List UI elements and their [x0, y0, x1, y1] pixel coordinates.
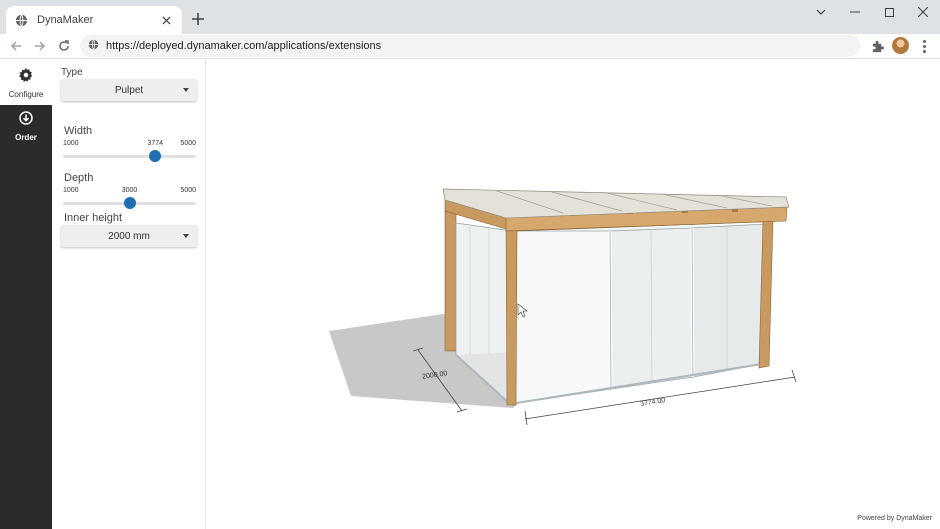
new-tab-button[interactable]: [189, 10, 207, 28]
configure-label: Configure: [8, 90, 44, 99]
width-label: Width: [64, 125, 93, 137]
maximize-icon[interactable]: [872, 2, 906, 22]
tab-search-icon[interactable]: [804, 2, 838, 22]
site-info-icon[interactable]: [88, 37, 99, 55]
minimize-icon[interactable]: [838, 2, 872, 22]
chevron-down-icon: [183, 88, 189, 92]
type-select[interactable]: Pulpet: [61, 79, 197, 101]
forward-icon[interactable]: [31, 37, 49, 55]
url-text: https://deployed.dynamaker.com/applicati…: [106, 40, 382, 52]
chevron-down-icon: [183, 234, 189, 238]
depth-slider-thumb[interactable]: [123, 197, 136, 209]
powered-by-text: Powered by DynaMaker: [857, 515, 932, 522]
globe-icon: [14, 13, 28, 27]
back-left-post: [444, 210, 457, 352]
front-glass-panel: [691, 223, 766, 378]
extensions-puzzle-icon[interactable]: [869, 38, 885, 54]
width-value: 3774: [147, 140, 164, 147]
type-select-value: Pulpet: [114, 84, 144, 96]
width-slider[interactable]: [63, 150, 196, 162]
dimension-tick: [524, 410, 528, 426]
close-tab-icon[interactable]: [158, 12, 174, 28]
app-window: DynaMaker https://deployed.dynamaker.com…: [0, 0, 940, 529]
inner-height-select[interactable]: 2000 mm: [61, 225, 197, 247]
pergola-model[interactable]: 3774.00 2000.00: [207, 59, 940, 529]
depth-min: 1000: [63, 187, 79, 194]
reload-icon[interactable]: [55, 37, 73, 55]
front-glass-panel: [511, 230, 612, 405]
depth-label: Depth: [64, 172, 94, 184]
dimension-tick: [456, 408, 468, 413]
tab-title: DynaMaker: [37, 14, 94, 26]
width-slider-thumb[interactable]: [149, 150, 162, 162]
inner-height-select-value: 2000 mm: [108, 230, 150, 242]
order-label: Order: [15, 133, 37, 142]
gear-icon: [19, 68, 33, 87]
tab-strip: DynaMaker: [0, 0, 940, 34]
inner-height-label: Inner height: [64, 212, 123, 224]
order-download-icon: [19, 111, 33, 130]
3d-viewport[interactable]: 3774.00 2000.00 Powered by DynaMaker: [207, 59, 940, 529]
back-icon[interactable]: [7, 37, 25, 55]
left-rail: Configure Order: [0, 59, 52, 529]
width-max: 5000: [180, 140, 196, 147]
profile-avatar[interactable]: [892, 37, 909, 54]
order-tab[interactable]: Order: [0, 111, 52, 147]
front-left-post: [505, 226, 518, 406]
close-window-icon[interactable]: [906, 2, 940, 22]
configuration-panel: Type Pulpet Width 1000 3774 5000 Depth 1…: [52, 59, 206, 529]
depth-slider[interactable]: [63, 197, 196, 209]
depth-value: 3000: [121, 187, 138, 194]
dimension-tick: [791, 369, 797, 383]
depth-max: 5000: [180, 187, 196, 194]
address-bar[interactable]: https://deployed.dynamaker.com/applicati…: [80, 35, 860, 57]
browser-tab[interactable]: DynaMaker: [6, 6, 182, 34]
width-min: 1000: [63, 140, 79, 147]
width-dimension-text: 3774.00: [640, 397, 666, 408]
configure-tab[interactable]: Configure: [0, 59, 52, 105]
type-label: Type: [61, 67, 83, 78]
browser-toolbar: https://deployed.dynamaker.com/applicati…: [0, 34, 940, 59]
browser-menu-icon[interactable]: [918, 37, 930, 55]
